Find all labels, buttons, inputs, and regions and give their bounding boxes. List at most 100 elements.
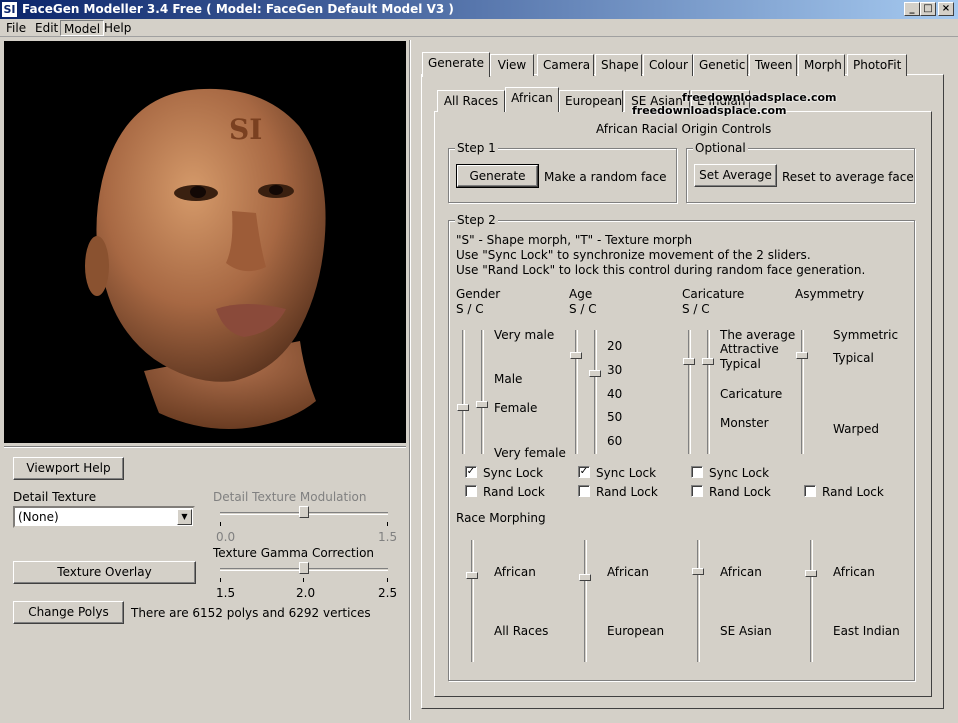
age-texture-thumb[interactable] (589, 370, 601, 377)
caricature-caricature: Caricature (720, 387, 783, 401)
gender-very-male: Very male (494, 328, 555, 342)
set-average-desc: Reset to average face (782, 170, 914, 184)
subtab-all-races[interactable]: All Races (437, 90, 505, 112)
dtm-tick-min: 0.0 (216, 530, 236, 544)
tab-genetic[interactable]: Genetic (693, 54, 748, 76)
morph-se-asian-bottom: SE Asian (720, 624, 772, 638)
age-shape-slider[interactable] (575, 330, 578, 454)
detail-texture-label: Detail Texture (13, 490, 97, 504)
gender-rand-lock-label: Rand Lock (483, 485, 545, 499)
minimize-button[interactable]: _ (904, 2, 920, 16)
tab-shape[interactable]: Shape (595, 54, 642, 76)
polys-info: There are 6152 polys and 6292 vertices (131, 606, 371, 620)
generate-desc: Make a random face (544, 170, 667, 184)
tab-tween[interactable]: Tween (749, 54, 797, 76)
tab-colour[interactable]: Colour (643, 54, 693, 76)
forehead-logo: SI (229, 113, 262, 146)
tgc-tick-max: 2.5 (378, 586, 398, 600)
gender-shape-slider[interactable] (462, 330, 465, 454)
asymmetry-symmetric: Symmetric (833, 328, 899, 342)
caricature-sc: S / C (682, 302, 710, 316)
morph-all-races-bottom: All Races (494, 624, 549, 638)
tab-camera[interactable]: Camera (537, 54, 594, 76)
app-icon: SI (1, 1, 18, 18)
asymmetry-typical: Typical (833, 351, 874, 365)
menu-help[interactable]: Help (101, 20, 134, 36)
asymmetry-thumb[interactable] (796, 352, 808, 359)
chevron-down-icon[interactable]: ▼ (177, 509, 192, 525)
gender-shape-thumb[interactable] (457, 404, 469, 411)
viewport-help-button[interactable]: Viewport Help (13, 457, 124, 480)
caricature-sync-lock-label: Sync Lock (709, 466, 770, 480)
caricature-heading: Caricature (682, 287, 745, 301)
age-20: 20 (607, 339, 623, 353)
step2-help-1: "S" - Shape morph, "T" - Texture morph (456, 233, 693, 247)
asymmetry-rand-lock-checkbox[interactable] (804, 485, 816, 497)
gender-sync-lock-checkbox[interactable]: ✓ (465, 466, 477, 478)
detail-texture-value: (None) (18, 510, 59, 524)
change-polys-button[interactable]: Change Polys (13, 601, 124, 624)
age-shape-thumb[interactable] (570, 352, 582, 359)
dtm-slider-thumb[interactable] (299, 506, 309, 518)
tab-generate[interactable]: Generate (422, 52, 490, 77)
menu-bar: File Edit Model Help (0, 19, 958, 37)
age-60: 60 (607, 434, 623, 448)
age-30: 30 (607, 363, 623, 377)
morph-se-asian-slider[interactable] (697, 540, 700, 662)
subtab-african[interactable]: African (505, 87, 559, 112)
tab-photofit[interactable]: PhotoFit (847, 54, 907, 76)
caricature-texture-thumb[interactable] (702, 358, 714, 365)
age-sync-lock-checkbox[interactable]: ✓ (578, 466, 590, 478)
menu-edit[interactable]: Edit (32, 20, 61, 36)
generate-button[interactable]: Generate (456, 164, 539, 188)
menu-model[interactable]: Model (60, 20, 105, 36)
age-rand-lock-checkbox[interactable] (578, 485, 590, 497)
morph-european-bottom: European (607, 624, 665, 638)
age-sc: S / C (569, 302, 597, 316)
caricature-rand-lock-checkbox[interactable] (691, 485, 703, 497)
tgc-tick-mid: 2.0 (296, 586, 316, 600)
caricature-the-average: The average (720, 328, 796, 342)
age-heading: Age (569, 287, 593, 301)
3d-viewport[interactable]: SI (4, 41, 406, 443)
tab-morph[interactable]: Morph (798, 54, 845, 76)
subtab-european[interactable]: European (559, 90, 623, 112)
maximize-button[interactable]: □ (920, 2, 936, 16)
morph-east-indian-thumb[interactable] (805, 570, 817, 577)
menu-file[interactable]: File (3, 20, 29, 36)
caricature-typical: Typical (720, 357, 761, 371)
optional-label: Optional (693, 141, 748, 155)
gender-texture-slider[interactable] (481, 330, 484, 454)
morph-european-top: African (607, 565, 649, 579)
gender-rand-lock-checkbox[interactable] (465, 485, 477, 497)
morph-se-asian-top: African (720, 565, 762, 579)
morph-all-races-thumb[interactable] (466, 572, 478, 579)
detail-texture-select[interactable]: (None) ▼ (13, 506, 195, 528)
caricature-sync-lock-checkbox[interactable] (691, 466, 703, 478)
caricature-shape-slider[interactable] (688, 330, 691, 454)
tab-view[interactable]: View (490, 54, 534, 76)
face-render: SI (85, 88, 326, 430)
gender-male: Male (494, 372, 523, 386)
tgc-slider-thumb[interactable] (299, 562, 309, 574)
morph-all-races-slider[interactable] (471, 540, 474, 662)
watermark-text-2: freedownloadsplace.com (632, 104, 787, 117)
close-button[interactable]: × (938, 2, 954, 16)
morph-european-thumb[interactable] (579, 574, 591, 581)
asymmetry-slider[interactable] (801, 330, 804, 454)
morph-all-races-top: African (494, 565, 536, 579)
gender-texture-thumb[interactable] (476, 401, 488, 408)
dtm-tick-max: 1.5 (378, 530, 398, 544)
age-texture-slider[interactable] (594, 330, 597, 454)
tgc-label: Texture Gamma Correction (213, 546, 375, 560)
caricature-texture-slider[interactable] (707, 330, 710, 454)
texture-overlay-button[interactable]: Texture Overlay (13, 561, 196, 584)
morph-east-indian-top: African (833, 565, 875, 579)
morph-se-asian-thumb[interactable] (692, 568, 704, 575)
morph-european-slider[interactable] (584, 540, 587, 662)
caricature-shape-thumb[interactable] (683, 358, 695, 365)
set-average-button[interactable]: Set Average (694, 164, 777, 187)
morph-east-indian-slider[interactable] (810, 540, 813, 662)
age-sync-lock-label: Sync Lock (596, 466, 657, 480)
asymmetry-rand-lock-label: Rand Lock (822, 485, 884, 499)
